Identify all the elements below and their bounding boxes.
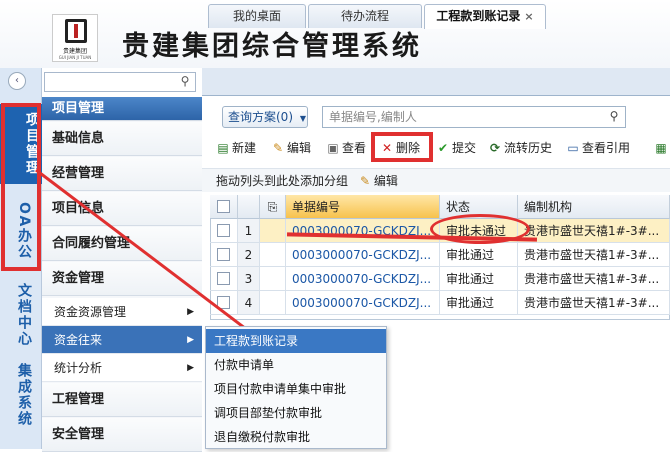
submenu-item-advance-approval[interactable]: 调项目部垫付款审批 xyxy=(206,401,386,425)
submenu-item-payment-request[interactable]: 付款申请单 xyxy=(206,353,386,377)
submenu-item-payment-records[interactable]: 工程款到账记录 xyxy=(206,329,386,353)
submenu-item-batch-approval[interactable]: 项目付款申请单集中审批 xyxy=(206,377,386,401)
submenu-item-tax-refund-approval[interactable]: 退自缴税付款审批 xyxy=(206,425,386,449)
